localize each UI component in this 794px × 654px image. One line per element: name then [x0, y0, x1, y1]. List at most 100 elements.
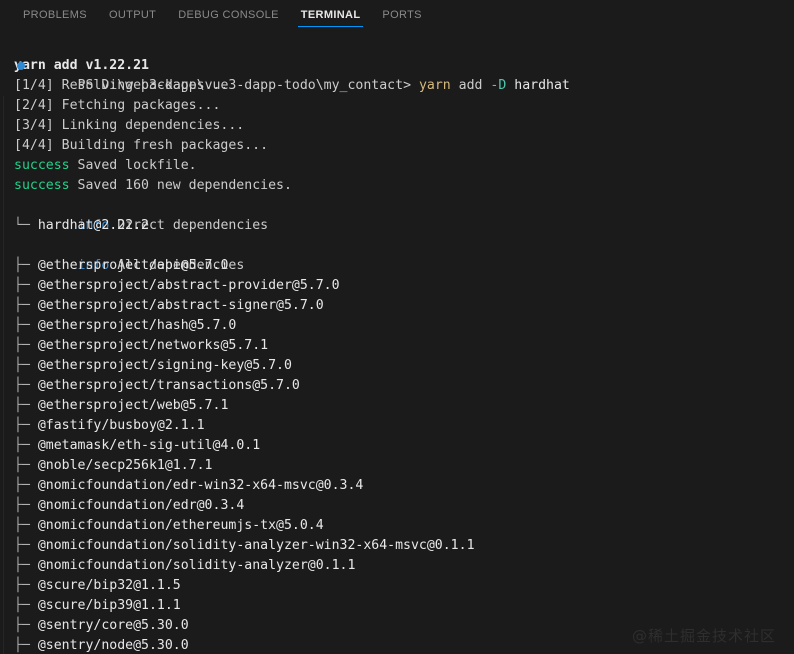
terminal-lines: PS D:\web3-dapp\vue3-dapp-todo\my_contac… [0, 36, 794, 654]
tab-terminal[interactable]: TERMINAL [290, 0, 372, 30]
dependency-name: @ethersproject/signing-key@5.7.0 [37, 358, 292, 373]
dependency-name: @ethersproject/networks@5.7.1 [37, 338, 269, 353]
terminal-prompt-line: PS D:\web3-dapp\vue3-dapp-todo\my_contac… [14, 36, 794, 93]
prompt-path: D:\web3-dapp\vue3-dapp-todo\my_contact [101, 78, 404, 93]
dependency-row: ├─ @sentry/node@5.30.0 [14, 636, 794, 654]
dependency-row: ├─ @ethersproject/abstract-provider@5.7.… [14, 276, 794, 296]
tree-branch-icon: ├─ [14, 518, 38, 533]
dependency-row: ├─ @nomicfoundation/edr@0.3.4 [14, 496, 794, 516]
dependency-name: hardhat@2.22.2 [37, 218, 149, 233]
yarn-step-line: [2/4] Fetching packages... [14, 98, 221, 113]
dependency-row: ├─ @fastify/busboy@2.1.1 [14, 416, 794, 436]
tree-branch-icon: ├─ [14, 538, 38, 553]
tab-problems[interactable]: PROBLEMS [12, 0, 98, 30]
dependency-name: @noble/secp256k1@1.7.1 [37, 458, 213, 473]
yarn-step-line: [3/4] Linking dependencies... [14, 118, 245, 133]
yarn-step-line: [4/4] Building fresh packages... [14, 138, 269, 153]
dependency-row: ├─ @ethersproject/abstract-signer@5.7.0 [14, 296, 794, 316]
yarn-result-line: success Saved lockfile. [14, 156, 794, 176]
tree-branch-icon: ├─ [14, 598, 38, 613]
dependency-row: ├─ @nomicfoundation/solidity-analyzer-wi… [14, 536, 794, 556]
dependency-row: ├─ @ethersproject/networks@5.7.1 [14, 336, 794, 356]
tree-branch-icon: ├─ [14, 558, 38, 573]
dependency-name: @ethersproject/abstract-signer@5.7.0 [37, 298, 324, 313]
dependency-row: ├─ @nomicfoundation/edr-win32-x64-msvc@0… [14, 476, 794, 496]
direct-dependency-row: └─ hardhat@2.22.2 [14, 216, 794, 236]
dependency-name: @ethersproject/web@5.7.1 [37, 398, 229, 413]
yarn-result-lines: success Saved lockfile. success Saved 160… [14, 156, 794, 196]
dependency-name: @ethersproject/transactions@5.7.0 [37, 378, 300, 393]
vscode-panel: PROBLEMS OUTPUT DEBUG CONSOLE TERMINAL P… [0, 0, 794, 654]
dependency-row: ├─ @noble/secp256k1@1.7.1 [14, 456, 794, 476]
tab-output[interactable]: OUTPUT [98, 0, 167, 30]
success-tag: success [14, 158, 70, 173]
tab-terminal-label: TERMINAL [300, 9, 361, 21]
dependency-name: @scure/bip32@1.1.5 [37, 578, 181, 593]
dependency-row: ├─ @nomicfoundation/solidity-analyzer@0.… [14, 556, 794, 576]
dependency-row: ├─ @ethersproject/abi@5.7.0 [14, 256, 794, 276]
dependency-name: @scure/bip39@1.1.1 [37, 598, 181, 613]
tree-branch-icon: ├─ [14, 258, 38, 273]
tree-branch-icon: ├─ [14, 318, 38, 333]
tree-branch-icon: ├─ [14, 378, 38, 393]
tree-branch-icon: ├─ [14, 458, 38, 473]
dependency-row: ├─ @metamask/eth-sig-util@4.0.1 [14, 436, 794, 456]
dependency-row: ├─ @sentry/core@5.30.0 [14, 616, 794, 636]
dependency-name: @fastify/busboy@2.1.1 [37, 418, 205, 433]
tab-debug-console[interactable]: DEBUG CONSOLE [167, 0, 290, 30]
dependency-name: @nomicfoundation/ethereumjs-tx@5.0.4 [37, 518, 324, 533]
dependency-name: @sentry/core@5.30.0 [37, 618, 189, 633]
prompt-caret: > [403, 78, 419, 93]
tree-branch-icon: ├─ [14, 578, 38, 593]
dependency-name: @nomicfoundation/edr@0.3.4 [37, 498, 245, 513]
tree-branch-icon: ├─ [14, 638, 38, 653]
tree-branch-icon: ├─ [14, 618, 38, 633]
tree-branch-icon: ├─ [14, 358, 38, 373]
prompt-subcommand: add [450, 78, 491, 93]
tab-ports-label: PORTS [382, 9, 422, 21]
dependency-name: @nomicfoundation/solidity-analyzer-win32… [37, 538, 475, 553]
direct-dependencies-header: info Direct dependencies [14, 196, 794, 233]
dependency-name: @ethersproject/hash@5.7.0 [37, 318, 237, 333]
direct-dependency-list: └─ hardhat@2.22.2 [14, 216, 794, 236]
tree-branch-icon: └─ [14, 218, 38, 233]
dependency-name: @ethersproject/abi@5.7.0 [37, 258, 229, 273]
result-text: Saved 160 new dependencies. [69, 178, 292, 193]
tree-branch-icon: ├─ [14, 338, 38, 353]
dependency-row: ├─ @ethersproject/hash@5.7.0 [14, 316, 794, 336]
dependency-name: @nomicfoundation/edr-win32-x64-msvc@0.3.… [37, 478, 364, 493]
dependency-row: ├─ @scure/bip39@1.1.1 [14, 596, 794, 616]
tab-output-label: OUTPUT [108, 9, 157, 21]
tree-branch-icon: ├─ [14, 298, 38, 313]
dependency-name: @nomicfoundation/solidity-analyzer@0.1.1 [37, 558, 356, 573]
prompt-command: yarn [418, 78, 451, 93]
tree-branch-icon: ├─ [14, 418, 38, 433]
tree-branch-icon: ├─ [14, 478, 38, 493]
prompt-flag: -D [490, 78, 507, 93]
tree-branch-icon: ├─ [14, 498, 38, 513]
tab-problems-label: PROBLEMS [23, 9, 87, 21]
dependency-row: ├─ @ethersproject/web@5.7.1 [14, 396, 794, 416]
tree-branch-icon: ├─ [14, 438, 38, 453]
tree-branch-icon: ├─ [14, 278, 38, 293]
dependency-row: ├─ @ethersproject/signing-key@5.7.0 [14, 356, 794, 376]
success-tag: success [14, 178, 70, 193]
prompt-package: hardhat [506, 78, 570, 93]
all-dependencies-header: info All dependencies [14, 236, 794, 273]
terminal-output-area[interactable]: PS D:\web3-dapp\vue3-dapp-todo\my_contac… [0, 30, 794, 654]
dependency-row: ├─ @nomicfoundation/ethereumjs-tx@5.0.4 [14, 516, 794, 536]
prompt-prefix: PS [77, 78, 102, 93]
yarn-version-line: yarn add v1.22.21 [14, 58, 149, 73]
tree-branch-icon: ├─ [14, 398, 38, 413]
result-text: Saved lockfile. [69, 158, 197, 173]
dependency-name: @metamask/eth-sig-util@4.0.1 [37, 438, 261, 453]
command-status-bullet-icon [17, 62, 25, 70]
dependency-row: ├─ @ethersproject/transactions@5.7.0 [14, 376, 794, 396]
tab-ports[interactable]: PORTS [371, 0, 432, 30]
tab-debug-console-label: DEBUG CONSOLE [178, 9, 279, 21]
yarn-result-line: success Saved 160 new dependencies. [14, 176, 794, 196]
all-dependency-list: ├─ @ethersproject/abi@5.7.0 ├─ @etherspro… [14, 256, 794, 654]
dependency-name: @sentry/node@5.30.0 [37, 638, 189, 653]
dependency-row: ├─ @scure/bip32@1.1.5 [14, 576, 794, 596]
panel-tab-bar: PROBLEMS OUTPUT DEBUG CONSOLE TERMINAL P… [0, 0, 794, 30]
